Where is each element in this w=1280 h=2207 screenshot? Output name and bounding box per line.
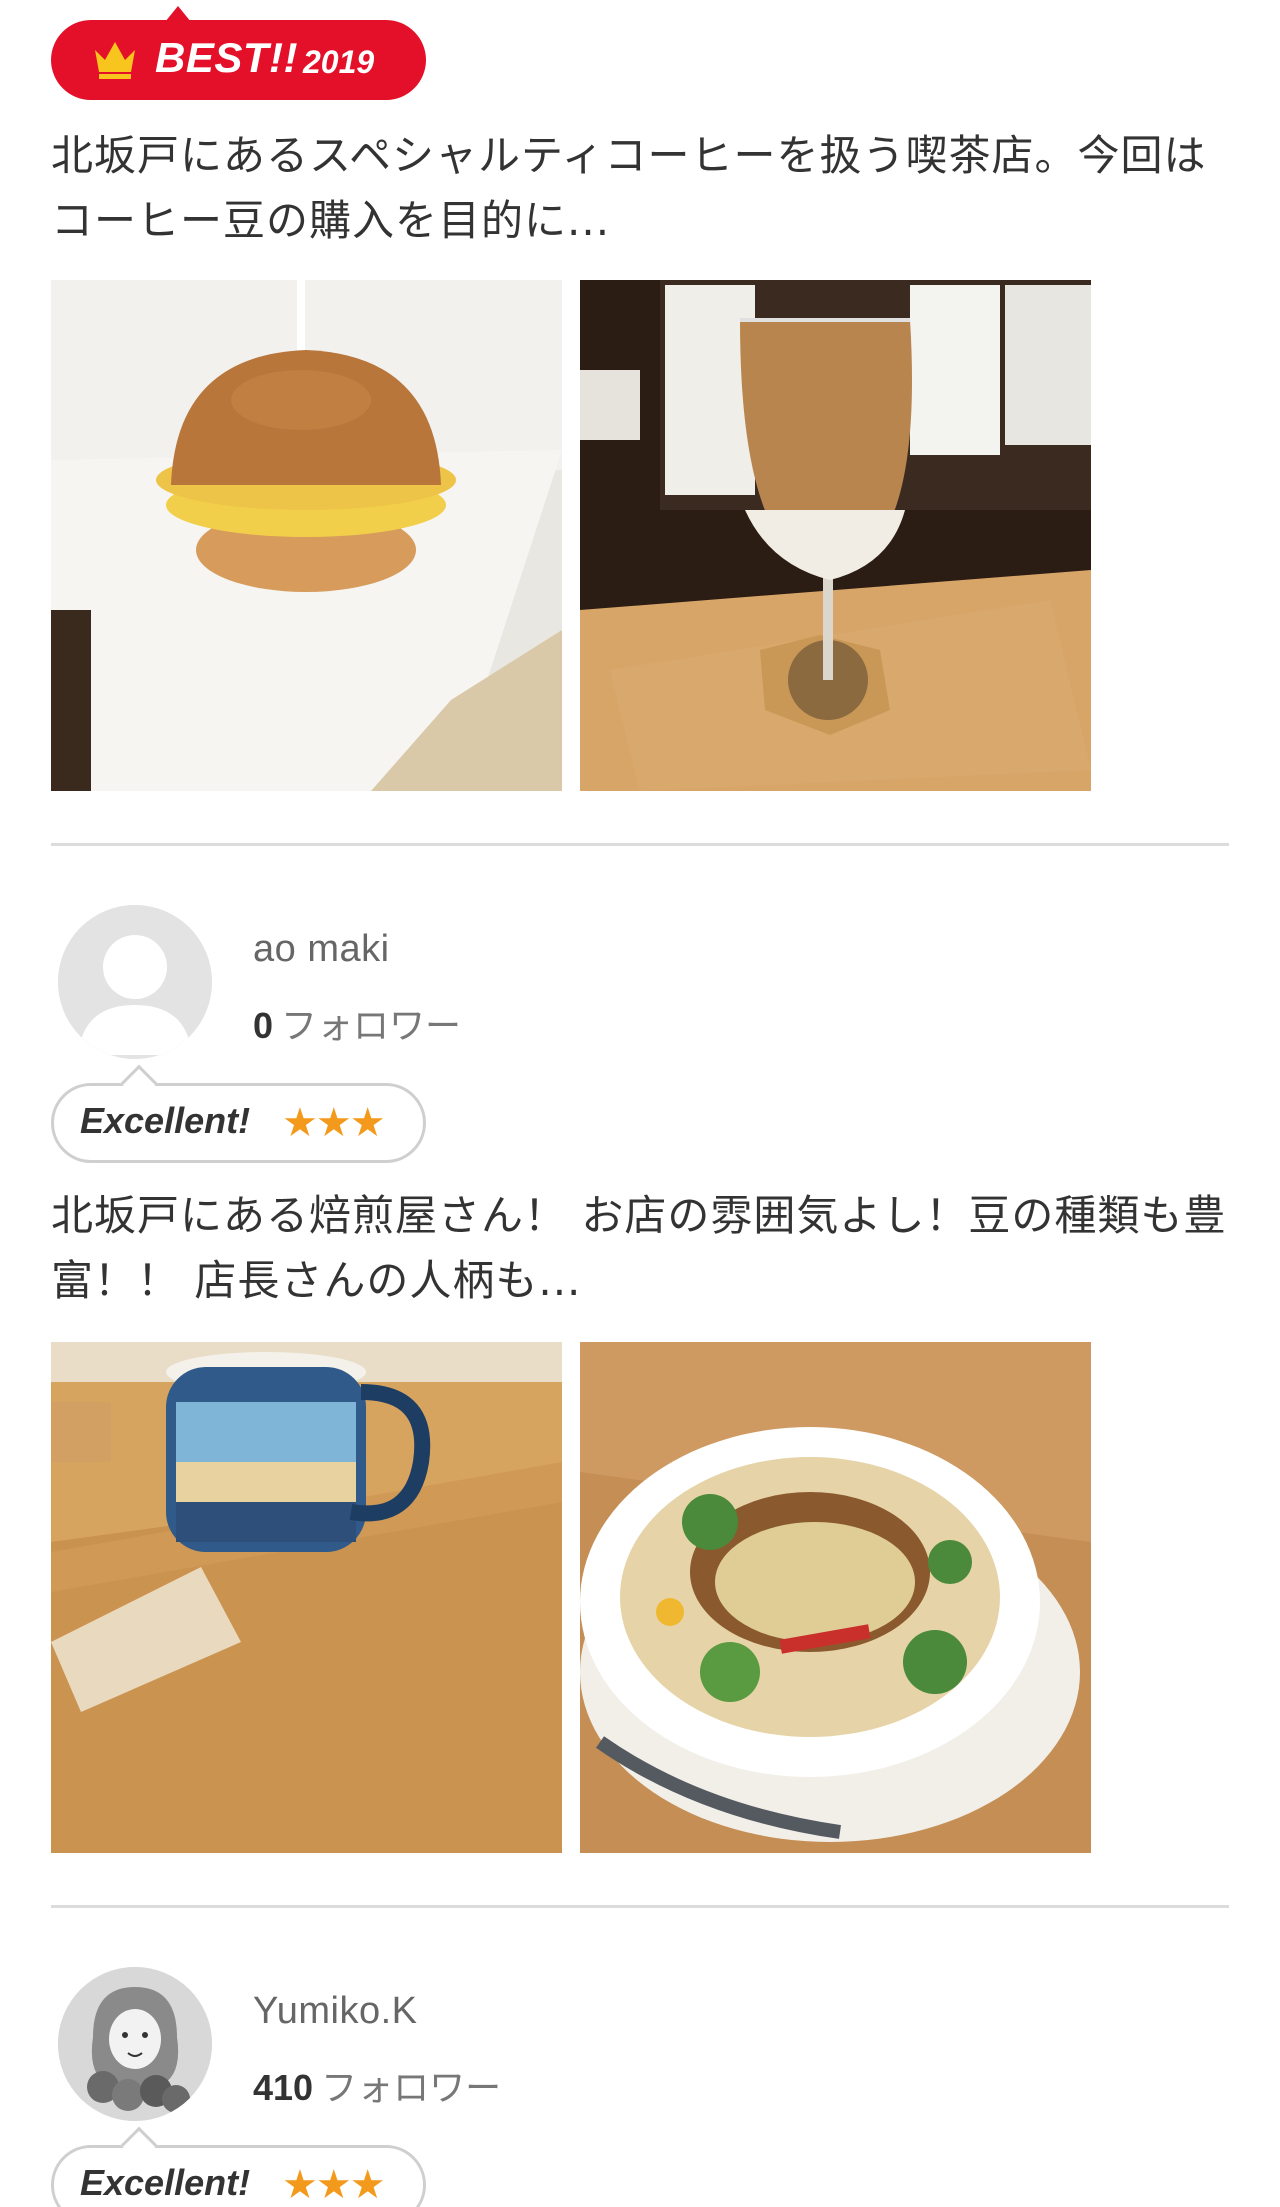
crown-icon <box>95 42 135 79</box>
rating-badge: Excellent! ★★★ <box>51 2126 426 2207</box>
review-text[interactable]: 北坂戸にある焙煎屋さん！ お店の雰囲気よし！豆の種類も豊富！！ 店長さんの人柄も… <box>51 1183 1231 1313</box>
follower-label: フォロワー <box>321 2067 502 2108</box>
rating-badge: Excellent! ★★★ <box>51 1064 426 1163</box>
review-photo[interactable] <box>580 1342 1091 1853</box>
star-rating-icon: ★★★ <box>282 1100 386 1146</box>
default-user-icon <box>58 905 212 1059</box>
reviewer-name[interactable]: ao maki <box>253 928 390 971</box>
badge-pointer <box>120 2126 158 2164</box>
best-2019-badge: BEST!! 2019 <box>51 6 426 100</box>
rating-label: Excellent! <box>80 2162 251 2203</box>
follower-number: 410 <box>253 2067 314 2108</box>
egg-burger-photo <box>51 280 562 791</box>
follower-number: 0 <box>253 1005 274 1046</box>
review-text[interactable]: 北坂戸にあるスペシャルティコーヒーを扱う喫茶店。今回はコーヒー豆の購入を目的に.… <box>51 123 1231 253</box>
best-label: BEST!! <box>155 34 298 81</box>
star-rating-icon: ★★★ <box>282 2162 386 2207</box>
review-photo[interactable] <box>580 280 1091 791</box>
review-divider <box>51 1905 1229 1908</box>
rating-label: Excellent! <box>80 1100 251 1141</box>
reviewer-avatar[interactable] <box>58 1967 212 2121</box>
follower-label: フォロワー <box>281 1005 462 1046</box>
reviewer-name[interactable]: Yumiko.K <box>253 1990 418 2033</box>
review-photo[interactable] <box>51 1342 562 1853</box>
best-year: 2019 <box>303 44 375 80</box>
badge-pointer <box>120 1064 158 1102</box>
butterfly-mug-photo <box>51 1342 562 1853</box>
follower-count: 0 フォロワー <box>253 997 461 1049</box>
curry-doria-photo <box>580 1342 1091 1853</box>
review-divider <box>51 843 1229 846</box>
follower-count: 410 フォロワー <box>253 2059 501 2111</box>
reviewer-avatar[interactable] <box>58 905 212 1059</box>
review-photo[interactable] <box>51 280 562 791</box>
illustrated-avatar-icon <box>58 1967 212 2121</box>
iced-latte-photo <box>580 280 1091 791</box>
